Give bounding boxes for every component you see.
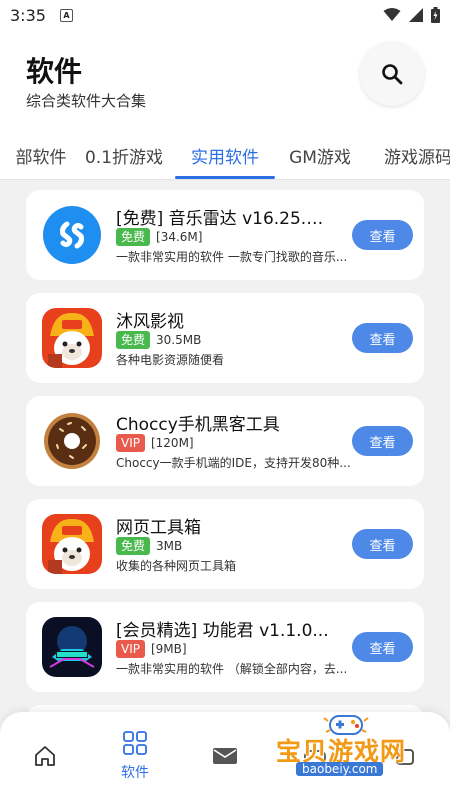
signal-icon [409, 8, 423, 22]
app-size: [9MB] [150, 642, 187, 656]
app-meta: 免费 30.5MB [116, 331, 201, 349]
shazam-app-icon [42, 205, 102, 265]
view-button[interactable]: 查看 [352, 632, 413, 662]
app-name: [免费] 音乐雷达 v16.25.0... [116, 209, 331, 229]
app-meta: VIP [120M] [116, 434, 194, 452]
app-meta: 免费 3MB [116, 537, 182, 555]
nav-software[interactable]: 软件 [90, 712, 180, 800]
app-card[interactable]: 沐风影视 免费 30.5MB 各种电影资源随便看 查看 [26, 293, 424, 383]
app-description: 一款非常实用的软件 （解锁全部内容，去... [116, 662, 348, 676]
app-name: Choccy手机黑客工具 [116, 415, 280, 435]
app-card[interactable]: [免费] 音乐雷达 v16.25.0... 免费 [34.6M] 一款非常实用的… [26, 190, 424, 280]
app-meta: VIP [9MB] [116, 640, 187, 658]
app-card[interactable]: Choccy手机黑客工具 VIP [120M] Choccy一款手机端的IDE，… [26, 396, 424, 486]
gongnengjun-app-icon [42, 617, 102, 677]
status-bar: 3:35 A [0, 0, 450, 30]
free-badge: 免费 [116, 228, 151, 246]
active-tab-indicator [175, 176, 275, 179]
wifi-icon [383, 8, 401, 21]
header: 软件 综合类软件大合集 [0, 30, 450, 130]
app-size: 30.5MB [156, 333, 202, 347]
app-list: [免费] 音乐雷达 v16.25.0... 免费 [34.6M] 一款非常实用的… [0, 181, 450, 721]
tab-discount-games[interactable]: 0.1折游戏 [82, 130, 166, 179]
view-button[interactable]: 查看 [352, 426, 413, 456]
status-time: 3:35 [10, 5, 46, 25]
donut-app-icon [42, 411, 102, 471]
view-button[interactable]: 查看 [352, 323, 413, 353]
app-name: [会员精选] 功能君 v1.1.0... [116, 621, 329, 641]
vip-badge: VIP [116, 640, 145, 658]
tab-game-source[interactable]: 游戏源码 [378, 130, 450, 179]
app-size: [34.6M] [156, 230, 203, 244]
apps-grid-icon [123, 731, 147, 755]
app-description: 一款非常实用的软件 一款专门找歌的音乐... [116, 250, 348, 264]
page-subtitle: 综合类软件大合集 [26, 92, 147, 110]
home-icon [35, 746, 55, 766]
free-badge: 免费 [116, 331, 151, 349]
status-icons [383, 7, 440, 23]
tab-gm-games[interactable]: GM游戏 [280, 130, 360, 179]
app-description: 收集的各种网页工具箱 [116, 559, 237, 573]
search-button[interactable] [360, 42, 424, 106]
category-tabs: 部软件 0.1折游戏 实用软件 GM游戏 游戏源码 [0, 130, 450, 180]
app-name: 沐风影视 [116, 312, 184, 332]
web-toolbox-app-icon [42, 514, 102, 574]
search-icon [382, 64, 403, 85]
app-meta: 免费 [34.6M] [116, 228, 202, 246]
message-icon [213, 748, 237, 764]
app-size: 3MB [156, 539, 183, 553]
tab-utility-software[interactable]: 实用软件 [175, 130, 275, 179]
nav-software-label: 软件 [121, 765, 149, 781]
app-card[interactable]: [会员精选] 功能君 v1.1.0... VIP [9MB] 一款非常实用的软件… [26, 602, 424, 692]
site-watermark: 宝贝游戏网 baobeiy.com [270, 712, 440, 782]
view-button[interactable]: 查看 [352, 220, 413, 250]
vip-badge: VIP [116, 434, 145, 452]
app-card[interactable]: 网页工具箱 免费 3MB 收集的各种网页工具箱 查看 [26, 499, 424, 589]
app-name: 网页工具箱 [116, 518, 201, 538]
nav-home[interactable] [0, 712, 90, 800]
mufeng-app-icon [42, 308, 102, 368]
notification-icon: A [59, 8, 73, 22]
watermark-url: baobeiy.com [296, 762, 384, 776]
page-title: 软件 [26, 55, 83, 88]
tab-all-software[interactable]: 部软件 [0, 130, 82, 179]
view-button[interactable]: 查看 [352, 529, 413, 559]
nav-messages[interactable] [180, 712, 270, 800]
free-badge: 免费 [116, 537, 151, 555]
battery-icon [431, 7, 440, 23]
app-description: 各种电影资源随便看 [116, 353, 225, 367]
app-size: [120M] [150, 436, 194, 450]
app-description: Choccy一款手机端的IDE，支持开发80种... [116, 456, 351, 470]
